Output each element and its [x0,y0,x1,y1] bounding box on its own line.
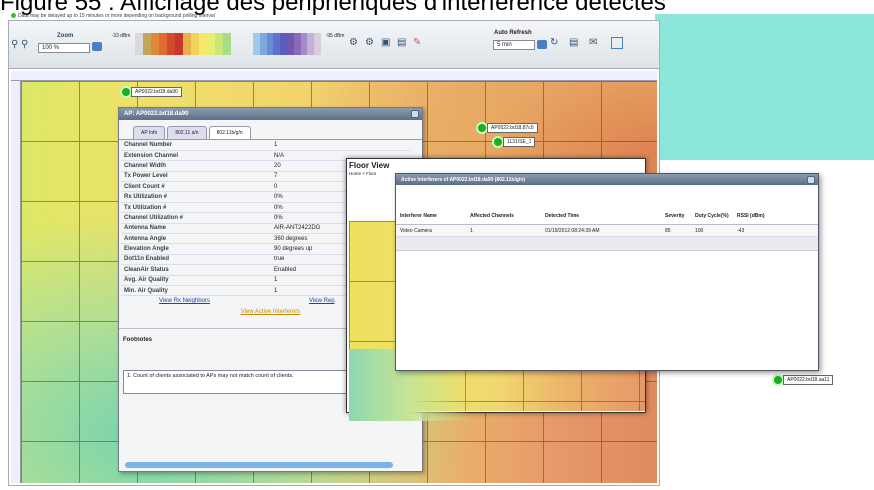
background-panel [655,14,874,160]
active-interferers-title: Active Interferers of AP0022.bd18.da90 (… [396,174,818,185]
info-dot-icon [11,13,16,19]
rssi-low-label: -33 dBm [111,33,131,39]
camera-icon[interactable]: ▣ [381,37,390,48]
view-rep-link[interactable]: View Rep [309,298,335,304]
close-icon[interactable] [411,110,419,118]
left-ruler [11,81,21,483]
view-rx-neighbors-link[interactable]: View Rx Neighbors [159,298,210,304]
layers-icon[interactable]: ⚙ [365,37,374,48]
rssi-high-label: -95 dBm [325,33,345,39]
access-point-marker[interactable]: 1131/SE_1 [492,136,536,148]
floor-view-breadcrumb: Home > Floor [349,171,377,176]
refresh-icon[interactable]: ↻ [550,37,558,48]
zoom-select[interactable]: 100 % [38,43,90,53]
auto-refresh-select[interactable]: 5 min [493,40,535,50]
view-active-interferers-link[interactable]: View Active Interferers [241,309,301,315]
popup-title: AP: AP0022.bd18.da90 [119,108,422,120]
floor-view-title: Floor View [349,161,390,170]
refresh-dropdown-icon[interactable] [537,40,547,49]
email-icon[interactable]: ✉ [589,37,597,48]
zoom-label: Zoom [57,33,74,39]
popup-tabs: AP Info 802.11 a/n 802.11b/g/n [119,120,422,140]
zoom-out-icon[interactable]: ⚲ [11,39,18,50]
table-footer-band [396,237,818,251]
table-row[interactable]: Video Camera 1 01/19/2012 08:24:39 AM 85… [396,225,818,237]
fullscreen-icon[interactable] [611,37,623,49]
print-icon[interactable]: ▤ [397,37,406,48]
access-point-marker[interactable]: AP0022.bd18.87c0 [476,122,538,134]
top-ruler [11,71,657,81]
horizontal-scrollbar[interactable] [125,462,393,468]
rssi-scale-warm [135,33,231,55]
tab-ap-info[interactable]: AP Info [133,126,166,139]
tab-802-11bgn[interactable]: 802.11b/g/n [208,126,251,139]
access-point-marker[interactable]: AP0022.bd18.aa11 [772,374,834,386]
close-icon[interactable] [807,176,815,184]
map-toolbar: Data may be delayed up to 15 minutes or … [9,13,659,69]
tab-802-11an[interactable]: 802.11 a/n [167,126,207,139]
polling-notice: Data may be delayed up to 15 minutes or … [11,13,215,19]
zoom-dropdown-icon[interactable] [92,42,102,51]
access-point-marker[interactable]: AP0022.bd18.da90 [120,86,182,98]
auto-refresh-label: Auto Refresh [494,30,532,36]
active-interferers-window: Active Interferers of AP0022.bd18.da90 (… [395,173,819,371]
measure-icon[interactable]: ✎ [413,37,421,48]
table-row: Channel Number 1 [121,140,411,151]
tools-icon[interactable]: ⚙ [349,37,358,48]
interferers-header-row: Interferer Name Affected Channels Detect… [396,185,818,225]
zoom-in-icon[interactable]: ⚲ [21,39,28,50]
save-icon[interactable]: ▤ [569,37,578,48]
rssi-scale-cool [253,33,321,55]
